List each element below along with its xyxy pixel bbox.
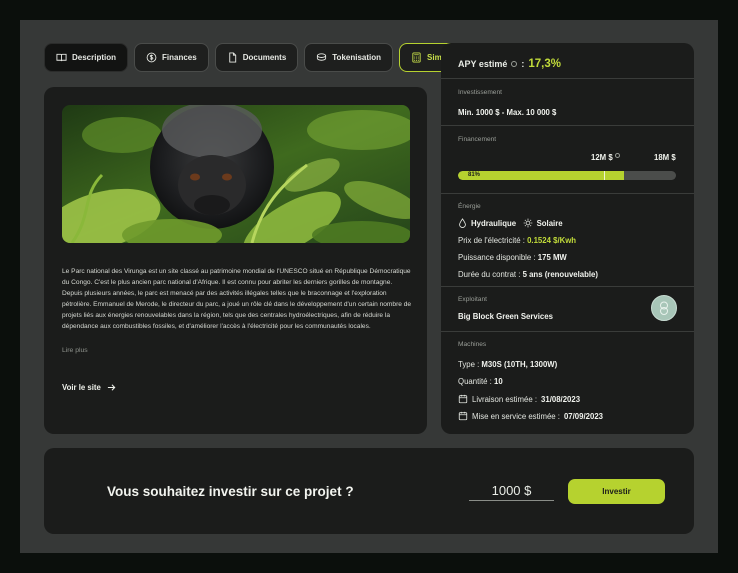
operator-name: Big Block Green Services <box>458 312 553 321</box>
service-date: 07/09/2023 <box>563 411 603 421</box>
invest-button[interactable]: Investir <box>568 479 665 504</box>
investment-section: Investissement Min. 1000 $ - Max. 10 000… <box>441 78 694 125</box>
contract-duration: 5 ans (renouvelable) <box>522 270 598 279</box>
tab-bar: Description Finances Documents Tokenisat… <box>44 43 480 72</box>
financing-total: 18M $ <box>654 153 676 162</box>
amount-input[interactable] <box>469 481 554 501</box>
droplet-icon <box>459 218 466 228</box>
dollar-icon <box>146 52 157 63</box>
apy-value: 17,3% <box>528 58 561 70</box>
calendar-icon <box>458 394 468 404</box>
energy-type-hydro: Hydraulique <box>458 218 516 228</box>
operator-logo <box>651 295 677 321</box>
tab-documents[interactable]: Documents <box>214 43 299 72</box>
visit-site-link[interactable]: Voir le site <box>62 383 116 392</box>
tab-tokenisation[interactable]: Tokenisation <box>304 43 394 72</box>
machine-quantity: 10 <box>493 377 503 386</box>
progress-marker <box>604 171 606 180</box>
tab-finances[interactable]: Finances <box>134 43 209 72</box>
sun-icon <box>523 218 532 228</box>
calendar-icon <box>458 411 468 421</box>
calculator-icon <box>412 52 421 63</box>
apy-row: APY estimé : 17,3% <box>458 58 561 70</box>
energy-section: Énergie Hydraulique Solaire Prix de l'él… <box>441 193 694 286</box>
progress-percent: 81% <box>468 172 481 178</box>
machine-type: M30S (10TH, 1300W) <box>481 360 558 369</box>
logo-icon <box>660 301 668 315</box>
financing-current: 12M $ <box>591 153 620 162</box>
coins-icon <box>317 53 327 61</box>
document-icon <box>228 52 236 63</box>
delivery-date: 31/08/2023 <box>541 394 581 404</box>
available-power: 175 MW <box>537 253 567 262</box>
progress-fill <box>458 171 624 180</box>
operator-section: Exploitant Big Block Green Services <box>441 286 694 331</box>
info-icon[interactable] <box>614 153 620 158</box>
info-icon[interactable] <box>511 61 518 67</box>
machines-section: Machines Type : M30S (10TH, 1300W) Quant… <box>441 331 694 434</box>
project-info-card: APY estimé : 17,3% Investissement Min. 1… <box>441 43 694 434</box>
read-more-link[interactable]: Lire plus <box>62 347 88 354</box>
financing-section: Financement 12M $ 18M $ 81% <box>441 125 694 193</box>
invest-card: Vous souhaitez investir sur ce projet ? … <box>44 448 694 534</box>
electricity-price: 0.1524 $/Kwh <box>527 236 577 245</box>
arrow-right-icon <box>107 384 116 391</box>
description-card: Le Parc national des Virunga est un site… <box>44 87 427 434</box>
investment-range: Min. 1000 $ - Max. 10 000 $ <box>458 108 557 117</box>
energy-type-solar: Solaire <box>523 218 563 228</box>
description-text: Le Parc national des Virunga est un site… <box>62 268 412 330</box>
book-icon <box>56 53 67 62</box>
invest-question: Vous souhaitez investir sur ce projet ? <box>107 484 354 499</box>
tab-description[interactable]: Description <box>44 43 129 72</box>
gorilla-photo <box>62 105 410 243</box>
financing-progress-bar: 81% <box>458 171 676 180</box>
